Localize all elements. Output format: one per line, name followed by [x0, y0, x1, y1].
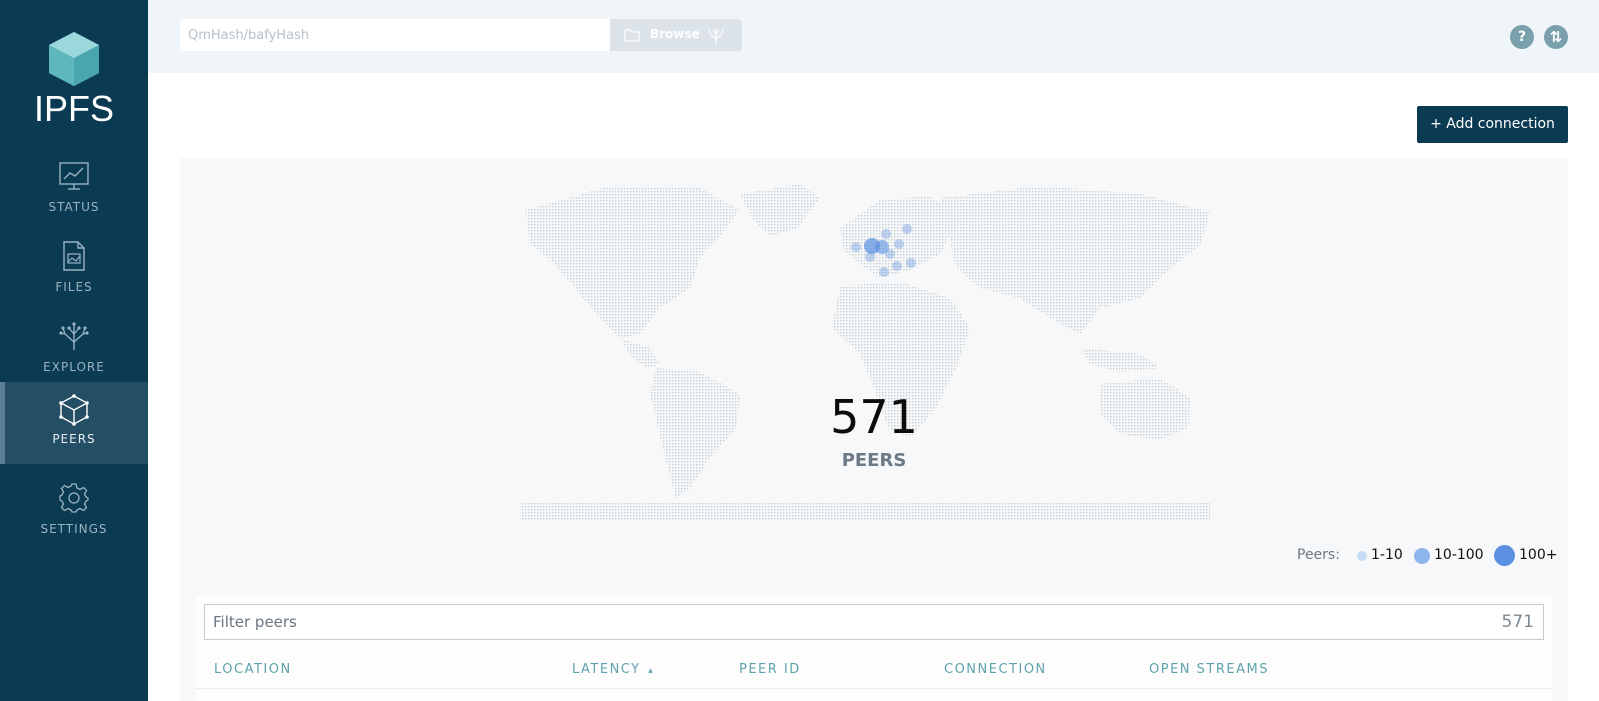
- status-chart-icon: [59, 162, 89, 190]
- sidebar-item-label: FILES: [55, 280, 93, 294]
- sidebar-item-files[interactable]: FILES: [0, 230, 148, 312]
- column-header-label: LATENCY: [572, 662, 641, 677]
- search-box: Browse: [180, 19, 742, 51]
- column-header-location[interactable]: LOCATION: [214, 662, 292, 677]
- sidebar-item-peers[interactable]: PEERS: [0, 382, 148, 464]
- legend-label: 100+: [1519, 547, 1558, 563]
- folder-icon: [624, 29, 640, 42]
- peer-count-label: PEERS: [841, 450, 907, 471]
- hash-search-input[interactable]: [180, 19, 610, 51]
- ipfs-logo[interactable]: IPFS: [0, 26, 148, 130]
- legend-title: Peers:: [1297, 547, 1340, 563]
- top-bar: Browse ? ⇅: [148, 0, 1599, 73]
- sidebar-item-label: STATUS: [48, 200, 100, 214]
- peer-count: 571: [830, 390, 918, 444]
- files-icon: [63, 241, 85, 271]
- gear-icon: [59, 483, 89, 513]
- world-map: [520, 184, 1210, 520]
- legend-dot-small: [1357, 551, 1367, 561]
- sort-ascending-icon: ▴: [648, 666, 655, 676]
- ipfs-cube-icon: [49, 32, 99, 86]
- browse-label: Browse: [650, 27, 700, 41]
- peers-table: 571 LOCATION LATENCY ▴ PEER ID CONNECTIO…: [196, 596, 1552, 701]
- logo-text: IPFS: [33, 88, 114, 129]
- sidebar-item-label: SETTINGS: [40, 522, 108, 536]
- peers-cube-icon: [59, 394, 89, 426]
- sidebar-item-label: PEERS: [52, 432, 96, 446]
- sidebar-item-settings[interactable]: SETTINGS: [0, 472, 148, 554]
- column-header-peer-id[interactable]: PEER ID: [739, 662, 801, 677]
- sidebar-item-explore[interactable]: EXPLORE: [0, 310, 148, 392]
- legend-label: 1-10: [1371, 547, 1403, 563]
- filter-result-count: 571: [1501, 612, 1534, 632]
- sidebar-item-status[interactable]: STATUS: [0, 150, 148, 232]
- connection-status-button[interactable]: ⇅: [1544, 25, 1568, 49]
- legend-dot-large: [1494, 545, 1515, 566]
- browse-button[interactable]: Browse: [610, 19, 742, 51]
- add-connection-button[interactable]: + Add connection: [1417, 106, 1568, 143]
- column-header-open-streams[interactable]: OPEN STREAMS: [1149, 662, 1269, 677]
- column-header-latency[interactable]: LATENCY ▴: [572, 662, 654, 677]
- legend-dot-medium: [1414, 548, 1430, 564]
- help-button[interactable]: ?: [1510, 25, 1534, 49]
- header-divider: [196, 688, 1552, 689]
- sidebar-item-label: EXPLORE: [43, 360, 105, 374]
- column-header-connection[interactable]: CONNECTION: [944, 662, 1047, 677]
- explore-tree-icon: [708, 28, 724, 44]
- explore-tree-icon: [59, 322, 89, 350]
- sidebar: IPFS STATUS FILES EXPLORE PEERS SETTINGS: [0, 0, 148, 701]
- filter-peers-input[interactable]: [204, 604, 1544, 640]
- legend-label: 10-100: [1434, 547, 1484, 563]
